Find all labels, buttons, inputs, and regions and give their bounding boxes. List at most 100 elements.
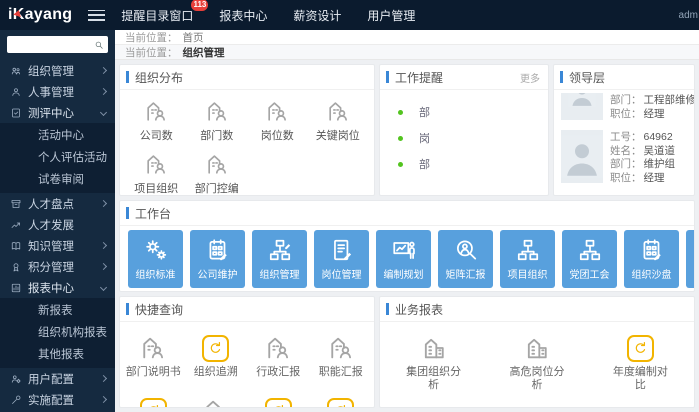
sidebar-item-label: 人才盘点 [28, 198, 74, 211]
org-stat-position-count[interactable]: 岗位数 [247, 99, 308, 143]
sidebar-item-talent-inventory[interactable]: 人才盘点 [0, 193, 115, 214]
field-label: 工号： [610, 131, 642, 143]
nav-item-user-management[interactable]: 用户管理 [367, 7, 415, 24]
search-icon[interactable] [94, 40, 104, 50]
sidebar-item-label: 实施配置 [28, 394, 74, 407]
report-annual-staffing-compare[interactable]: 年度编制对比 [589, 332, 692, 392]
sidebar-item-evaluation-center[interactable]: 测评中心 [0, 102, 115, 123]
sidebar-item-label: 知识管理 [28, 240, 74, 253]
quick-admin-report[interactable]: 行政汇报 [247, 332, 310, 379]
refresh-icon [264, 398, 292, 407]
nav-label: 薪资设计 [293, 8, 342, 23]
tile-company-maintenance[interactable]: 公司维护 [190, 230, 245, 288]
org-stat-project-org[interactable]: 项目组织 [126, 152, 187, 195]
quick-position-development[interactable]: 岗位发展通道 [247, 395, 310, 407]
sidebar-search[interactable] [7, 36, 108, 53]
leader-entry[interactable]: 工号： 64962 姓名： 吴道道 部门： 维护组 职位： 经理 [561, 130, 687, 185]
tile-party-union[interactable]: 党团工会 [562, 230, 617, 288]
trend-icon [10, 219, 22, 231]
sidebar-item-talent-development[interactable]: 人才发展 [0, 214, 115, 235]
sidebar-item-org-management[interactable]: 组织管理 [0, 60, 115, 81]
tile-org-management[interactable]: 组织管理 [252, 230, 307, 288]
card-workbench: 工作台 组织标准 公司维护 组织管理 岗位管理 编制规划 矩阵汇报 项目组织 党… [119, 200, 695, 292]
tile-label: 矩阵汇报 [445, 270, 486, 281]
org-stat-key-positions[interactable]: 关键岗位 [308, 99, 369, 143]
sidebar-subitem-org-structure-report[interactable]: 组织机构报表 [0, 322, 115, 344]
building-person-icon [262, 99, 292, 124]
sidebar-subitem-other-report[interactable]: 其他报表 [0, 344, 115, 366]
breadcrumb-label: 当前位置： [125, 46, 178, 59]
building-person-icon [326, 334, 356, 362]
org-stat-dept-staffing[interactable]: 部门控编 [187, 152, 248, 195]
business-reports-grid: 集团组织分析 高危岗位分析 年度编制对比 年度人效分析 自定义 自定义 [380, 322, 694, 407]
sidebar-item-label: 组织管理 [28, 65, 74, 78]
orgchart-icon [515, 237, 541, 263]
reminder-item[interactable]: 部 [390, 151, 538, 177]
sidebar-item-hr-management[interactable]: 人事管理 [0, 81, 115, 102]
current-user[interactable]: adm [679, 10, 699, 21]
report-high-risk-positions[interactable]: 高危岗位分析 [485, 332, 588, 392]
building-icon [419, 334, 449, 362]
quick-position-competency[interactable]: 岗位能力模型 [310, 395, 373, 407]
menu-toggle-icon[interactable] [88, 9, 106, 21]
section-accent-bar [126, 71, 129, 83]
more-link[interactable]: 更多 [520, 70, 540, 85]
nav-label: 提醒目录窗口 [121, 8, 194, 23]
tile-org-sandbox[interactable]: 组织沙盘 [624, 230, 679, 288]
sidebar-item-knowledge-management[interactable]: 知识管理 [0, 235, 115, 256]
clipboard-pencil-icon [639, 237, 665, 263]
reminder-item[interactable]: 岗 [390, 125, 538, 151]
orgchart-icon [577, 237, 603, 263]
chevron-down-icon [99, 108, 108, 117]
item-label: 集团组织分析 [406, 366, 462, 391]
reminder-text: 部 [419, 107, 430, 119]
item-label: 部门说明书 [125, 366, 181, 378]
chevron-down-icon [99, 283, 108, 292]
nav-item-reminder-directory[interactable]: 提醒目录窗口 113 [121, 0, 209, 24]
org-stat-department-count[interactable]: 部门数 [187, 99, 248, 143]
sidebar-subitem-new-report[interactable]: 新报表 [0, 300, 115, 322]
sidebar-subitem-activity-center[interactable]: 活动中心 [0, 125, 115, 147]
chevron-right-icon [99, 262, 108, 271]
tile-org-standard[interactable]: 组织标准 [128, 230, 183, 288]
doc-check-icon [10, 107, 22, 119]
quick-position-map[interactable]: 岗位图谱 [185, 395, 248, 407]
nav-item-report-center[interactable]: 报表中心 [219, 7, 267, 24]
breadcrumb-value[interactable]: 首页 [183, 30, 204, 45]
orgchart-pencil-icon [267, 237, 293, 263]
quick-dept-manual[interactable]: 部门说明书 [122, 332, 185, 379]
quick-function-report[interactable]: 职能汇报 [310, 332, 373, 379]
sidebar-subitem-personal-evaluation[interactable]: 个人评估活动 [0, 147, 115, 169]
sidebar-item-report-center[interactable]: 报表中心 [0, 277, 115, 298]
tile-project-org[interactable]: 项目组织 [500, 230, 555, 288]
org-stat-company-count[interactable]: 公司数 [126, 99, 187, 143]
sidebar-item-points-management[interactable]: 积分管理 [0, 256, 115, 277]
tile-matrix-reporting[interactable]: 矩阵汇报 [438, 230, 493, 288]
quick-query-grid: 部门说明书 组织追溯 行政汇报 职能汇报 岗位说明书 岗位图谱 岗位发展通道 岗… [120, 322, 374, 407]
building-person-icon [138, 334, 168, 362]
sidebar-item-user-config[interactable]: 用户配置 [0, 368, 115, 389]
sidebar-subitem-paper-review[interactable]: 试卷审阅 [0, 169, 115, 191]
reminder-item[interactable]: 部 [390, 99, 538, 125]
bullet-dot-icon [398, 109, 403, 115]
leader-entry[interactable]: 部门： 工程部维修 职位： 经理 [561, 93, 694, 121]
app-logo[interactable]: iKayang [0, 6, 78, 24]
quick-org-trace[interactable]: 组织追溯 [185, 332, 248, 379]
tile-clipped[interactable] [686, 230, 694, 288]
reminder-list: 部 岗 部 [380, 90, 548, 186]
building-person-icon [201, 397, 231, 407]
search-input[interactable] [11, 39, 94, 50]
tile-label: 项目组织 [507, 270, 548, 281]
bullet-dot-icon [398, 135, 403, 141]
sidebar-item-implementation-config[interactable]: 实施配置 [0, 389, 115, 410]
people-icon [10, 65, 22, 77]
tile-position-management[interactable]: 岗位管理 [314, 230, 369, 288]
quick-position-manual[interactable]: 岗位说明书 [122, 395, 185, 407]
nav-item-salary-design[interactable]: 薪资设计 [293, 7, 341, 24]
section-title: 工作提醒 [395, 70, 444, 85]
submenu-evaluation: 活动中心 个人评估活动 试卷审阅 [0, 123, 115, 193]
tile-staffing-planning[interactable]: 编制规划 [376, 230, 431, 288]
report-group-org-analysis[interactable]: 集团组织分析 [382, 332, 485, 392]
breadcrumb-value[interactable]: 组织管理 [183, 45, 225, 60]
report-icon [10, 282, 22, 294]
